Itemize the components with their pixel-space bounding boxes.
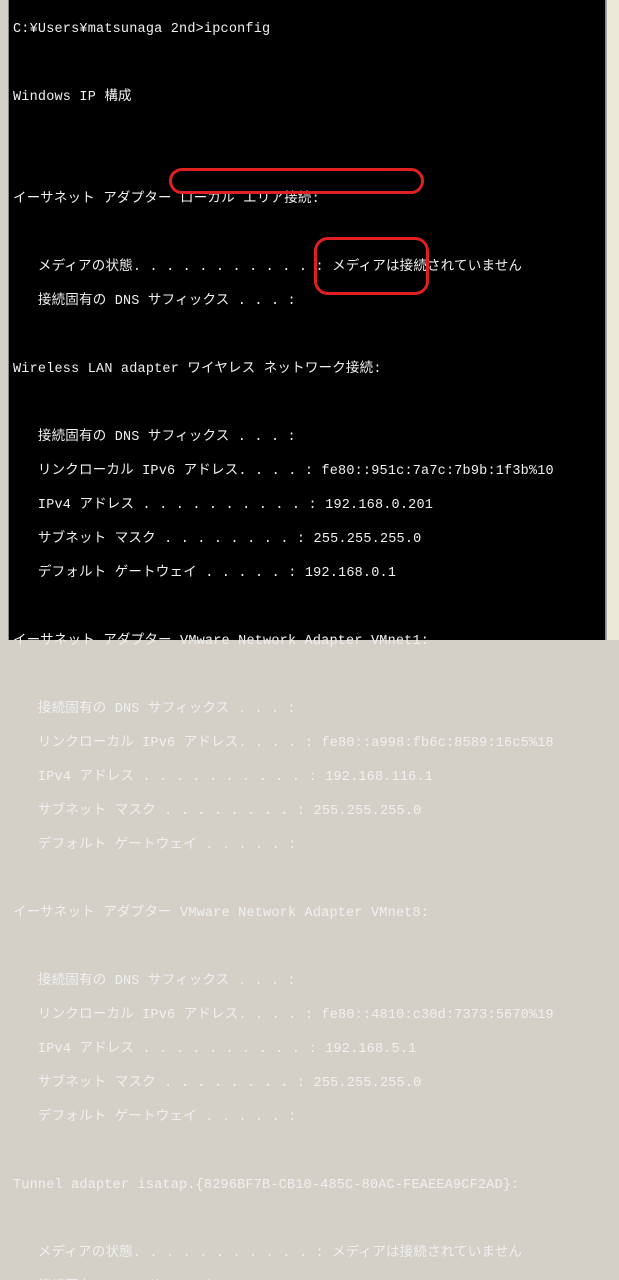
output-line: デフォルト ゲートウェイ . . . . . : 192.168.0.1 [13, 565, 601, 582]
output-line: IPv4 アドレス . . . . . . . . . . : 192.168.… [13, 769, 601, 786]
blank-line [13, 55, 601, 72]
output-line: リンクローカル IPv6 アドレス. . . . : fe80::4810:c3… [13, 1007, 601, 1024]
output-line: IPv4 アドレス . . . . . . . . . . : 192.168.… [13, 497, 601, 514]
blank-line [13, 599, 601, 616]
prompt-line: C:¥Users¥matsunaga 2nd>ipconfig [13, 21, 601, 38]
header-line: Windows IP 構成 [13, 89, 601, 106]
output-line: 接続固有の DNS サフィックス . . . : [13, 429, 601, 446]
section-title: イーサネット アダプター ローカル エリア接続: [13, 191, 601, 208]
blank-line [13, 395, 601, 412]
output-line: リンクローカル IPv6 アドレス. . . . : fe80::a998:fb… [13, 735, 601, 752]
section-title: Wireless LAN adapter ワイヤレス ネットワーク接続: [13, 361, 601, 378]
section-title: Tunnel adapter isatap.{8296BF7B-CB10-485… [13, 1177, 601, 1194]
output-line: デフォルト ゲートウェイ . . . . . : [13, 837, 601, 854]
blank-line [13, 225, 601, 242]
blank-line [13, 1211, 601, 1228]
blank-line [13, 667, 601, 684]
vertical-scrollbar[interactable] [606, 0, 619, 640]
terminal-output[interactable]: C:¥Users¥matsunaga 2nd>ipconfig Windows … [9, 0, 605, 1280]
output-line: 接続固有の DNS サフィックス . . . : [13, 973, 601, 990]
output-line: 接続固有の DNS サフィックス . . . : [13, 293, 601, 310]
output-line: 接続固有の DNS サフィックス . . . : [13, 701, 601, 718]
blank-line [13, 1143, 601, 1160]
blank-line [13, 939, 601, 956]
blank-line [13, 871, 601, 888]
section-title: イーサネット アダプター VMware Network Adapter VMne… [13, 905, 601, 922]
blank-line [13, 123, 601, 140]
command-prompt-window: C:¥Users¥matsunaga 2nd>ipconfig Windows … [8, 0, 606, 640]
output-line: IPv4 アドレス . . . . . . . . . . : 192.168.… [13, 1041, 601, 1058]
blank-line [13, 157, 601, 174]
output-line: メディアの状態. . . . . . . . . . . : メディアは接続され… [13, 259, 601, 276]
output-line: 接続固有の DNS サフィックス . . . : [13, 1279, 601, 1280]
output-line: サブネット マスク . . . . . . . . : 255.255.255.… [13, 803, 601, 820]
output-line: デフォルト ゲートウェイ . . . . . : [13, 1109, 601, 1126]
output-line: サブネット マスク . . . . . . . . : 255.255.255.… [13, 531, 601, 548]
section-title: イーサネット アダプター VMware Network Adapter VMne… [13, 633, 601, 650]
blank-line [13, 327, 601, 344]
output-line: サブネット マスク . . . . . . . . : 255.255.255.… [13, 1075, 601, 1092]
output-line: リンクローカル IPv6 アドレス. . . . : fe80::951c:7a… [13, 463, 601, 480]
output-line: メディアの状態. . . . . . . . . . . : メディアは接続され… [13, 1245, 601, 1262]
